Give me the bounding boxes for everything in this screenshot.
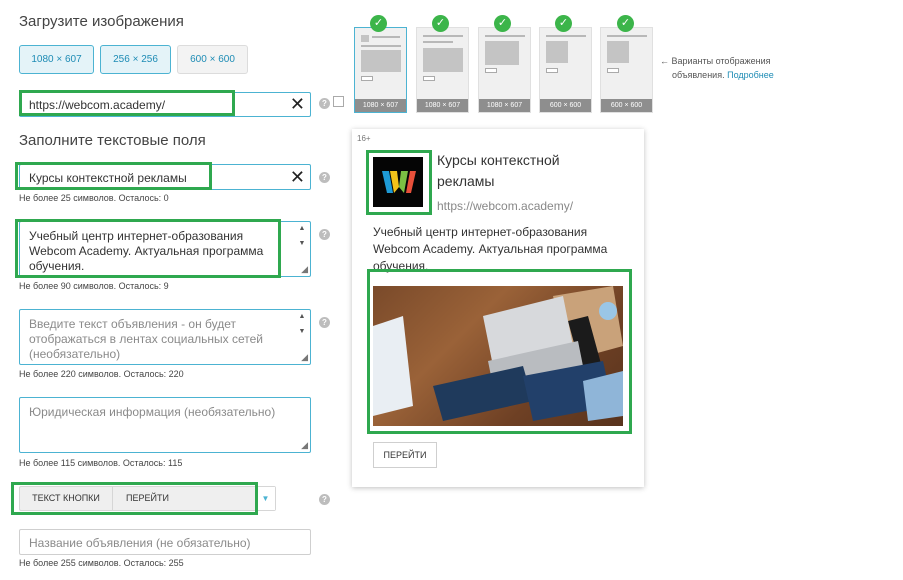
scroll-up-icon[interactable]: ▲ xyxy=(296,313,308,320)
size-600x600-button[interactable]: 600 × 600 xyxy=(177,45,248,74)
variants-note-line2: объявления. Подробнее xyxy=(672,70,774,80)
resize-handle-icon[interactable]: ◢ xyxy=(301,352,308,363)
legal-hint: Не более 115 символов. Осталось: 115 xyxy=(19,458,183,468)
variant-caption-4: 600 × 600 xyxy=(540,99,591,112)
preview-url: https://webcom.academy/ xyxy=(437,199,574,213)
more-link[interactable]: Подробнее xyxy=(727,70,774,80)
external-link-icon[interactable] xyxy=(333,96,344,107)
title-value: Курсы контекстной рекламы xyxy=(29,171,187,185)
scroll-up-icon[interactable]: ▲ xyxy=(296,225,308,232)
ad-name-placeholder: Название объявления (не обязательно) xyxy=(29,536,251,550)
chevron-down-icon[interactable]: ▼ xyxy=(255,487,275,510)
button-text-select[interactable]: ТЕКСТ КНОПКИ ПЕРЕЙТИ ▼ xyxy=(19,486,276,511)
preview-body-2: Webcom Academy. Актуальная программа xyxy=(373,242,608,256)
long-text-placeholder-2: отображаться в лентах социальных сетей xyxy=(29,332,263,346)
variant-caption-2: 1080 × 607 xyxy=(417,99,468,112)
check-icon: ✓ xyxy=(617,15,634,32)
help-icon[interactable]: ? xyxy=(319,494,330,505)
url-value: https://webcom.academy/ xyxy=(29,98,166,112)
variant-caption-1: 1080 × 607 xyxy=(355,99,406,112)
long-text-placeholder-1: Введите текст объявления - он будет xyxy=(29,317,237,331)
age-badge: 16+ xyxy=(357,134,371,143)
check-icon: ✓ xyxy=(555,15,572,32)
legal-field[interactable]: Юридическая информация (необязательно) ◢ xyxy=(19,397,311,453)
preview-body-1: Учебный центр интернет-образования xyxy=(373,225,588,239)
clear-icon[interactable]: ✕ xyxy=(290,95,305,113)
preview-go-button[interactable]: ПЕРЕЙТИ xyxy=(373,442,437,468)
scroll-down-icon[interactable]: ▼ xyxy=(296,328,308,335)
text-fields-heading: Заполните текстовые поля xyxy=(19,132,206,149)
text-field[interactable]: Учебный центр интернет-образования Webco… xyxy=(19,221,311,277)
preview-body-3: обучения. xyxy=(373,259,429,273)
scroll-down-icon[interactable]: ▼ xyxy=(296,240,308,247)
variants-note: ← Варианты отображения xyxy=(660,56,771,66)
size-256x256-button[interactable]: 256 × 256 xyxy=(100,45,171,74)
title-hint: Не более 25 символов. Осталось: 0 xyxy=(19,193,169,203)
variant-thumb-5[interactable]: 600 × 600 xyxy=(600,27,653,113)
long-text-field[interactable]: Введите текст объявления - он будет отоб… xyxy=(19,309,311,365)
url-field[interactable]: https://webcom.academy/ ✕ xyxy=(19,92,311,117)
check-icon: ✓ xyxy=(370,15,387,32)
ad-name-field[interactable]: Название объявления (не обязательно) xyxy=(19,529,311,555)
resize-handle-icon[interactable]: ◢ xyxy=(301,264,308,275)
variant-thumb-3[interactable]: 1080 × 607 xyxy=(478,27,531,113)
variant-thumb-2[interactable]: 1080 × 607 xyxy=(416,27,469,113)
ad-name-hint: Не более 255 символов. Осталось: 255 xyxy=(19,558,184,568)
help-icon[interactable]: ? xyxy=(319,317,330,328)
upload-heading: Загрузите изображения xyxy=(19,13,184,30)
button-text-value: ПЕРЕЙТИ xyxy=(126,493,169,503)
text-line-2: Webcom Academy. Актуальная программа xyxy=(29,244,264,258)
variant-caption-3: 1080 × 607 xyxy=(479,99,530,112)
long-text-placeholder-3: (необязательно) xyxy=(29,347,121,361)
button-text-label: ТЕКСТ КНОПКИ xyxy=(20,487,113,510)
text-hint: Не более 90 символов. Осталось: 9 xyxy=(19,281,169,291)
title-field[interactable]: Курсы контекстной рекламы ✕ xyxy=(19,164,311,190)
webcom-logo xyxy=(373,157,423,207)
variant-caption-5: 600 × 600 xyxy=(601,99,652,112)
check-icon: ✓ xyxy=(432,15,449,32)
help-icon[interactable]: ? xyxy=(319,172,330,183)
ad-photo xyxy=(373,286,623,426)
check-icon: ✓ xyxy=(494,15,511,32)
preview-title-2: рекламы xyxy=(437,173,495,189)
text-line-1: Учебный центр интернет-образования xyxy=(29,229,244,243)
variants-note-text: объявления. xyxy=(672,70,725,80)
resize-handle-icon[interactable]: ◢ xyxy=(301,440,308,451)
long-text-hint: Не более 220 символов. Осталось: 220 xyxy=(19,369,184,379)
legal-placeholder: Юридическая информация (необязательно) xyxy=(29,405,276,419)
help-icon[interactable]: ? xyxy=(319,229,330,240)
clear-icon[interactable]: ✕ xyxy=(290,168,305,186)
text-line-3: обучения. xyxy=(29,259,85,273)
variant-thumb-1[interactable]: 1080 × 607 xyxy=(354,27,407,113)
size-1080x607-button[interactable]: 1080 × 607 xyxy=(19,45,94,74)
variant-thumb-4[interactable]: 600 × 600 xyxy=(539,27,592,113)
preview-title-1: Курсы контекстной xyxy=(437,152,560,168)
help-icon[interactable]: ? xyxy=(319,98,330,109)
